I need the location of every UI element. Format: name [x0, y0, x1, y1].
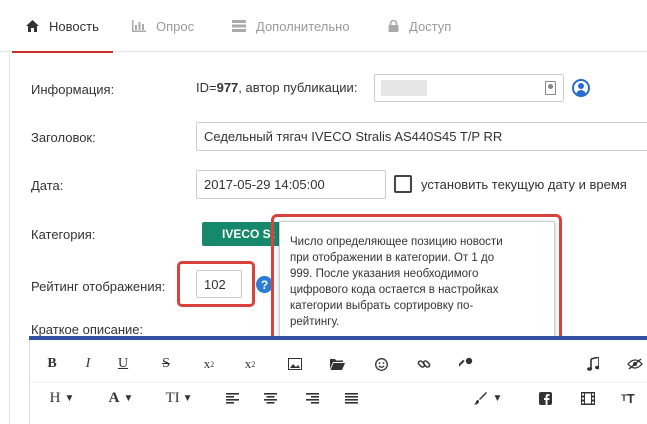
help-symbol: ? — [260, 277, 269, 292]
video-icon[interactable] — [580, 386, 596, 410]
rating-label: Рейтинг отображения: — [31, 279, 166, 294]
rating-highlight — [177, 261, 255, 307]
font-size-icon[interactable]: TI ▼ — [161, 386, 197, 410]
lock-icon — [388, 20, 399, 32]
align-center-icon[interactable] — [262, 386, 278, 410]
short-description-label: Краткое описание: — [31, 322, 144, 337]
italic-icon[interactable]: I — [80, 352, 96, 376]
category-tag[interactable]: IVECO St — [202, 222, 282, 246]
tab-extra-label: Дополнительно — [256, 18, 350, 34]
home-icon — [26, 20, 39, 32]
hide-icon[interactable] — [626, 352, 644, 376]
category-value: IVECO St — [222, 227, 275, 241]
author-label: , автор публикации: — [238, 80, 358, 95]
tooltip-highlight — [271, 214, 562, 354]
align-left-icon[interactable] — [224, 386, 240, 410]
tab-news[interactable]: Новость — [12, 0, 113, 53]
typography-icon[interactable]: TT — [619, 386, 637, 410]
title-label: Заголовок: — [31, 130, 96, 145]
date-value: 2017-05-29 14:05:00 — [204, 177, 325, 192]
key-icon[interactable] — [457, 352, 475, 376]
align-justify-icon[interactable] — [343, 386, 359, 410]
editor-row-divider — [30, 382, 647, 383]
image-icon[interactable] — [286, 352, 304, 376]
subscript-icon[interactable]: x2 — [200, 352, 218, 376]
superscript-icon[interactable]: x2 — [241, 352, 259, 376]
news-id: 977 — [216, 80, 239, 95]
date-input[interactable]: 2017-05-29 14:05:00 — [196, 170, 386, 199]
tab-poll-label: Опрос — [156, 18, 195, 34]
title-value: Седельный тягач IVECO Stralis AS440S45 T… — [204, 129, 503, 144]
category-label: Категория: — [31, 227, 96, 242]
facebook-icon[interactable] — [537, 386, 553, 410]
publication-info: ID=977, автор публикации: — [196, 80, 357, 95]
set-current-date-label: установить текущую дату и время — [421, 177, 627, 192]
date-label: Дата: — [31, 178, 64, 193]
tab-access[interactable]: Доступ — [388, 0, 451, 52]
id-prefix: ID= — [196, 80, 217, 95]
title-input[interactable]: Седельный тягач IVECO Stralis AS440S45 T… — [196, 122, 647, 151]
bar-chart-icon — [132, 20, 146, 32]
contact-card-icon[interactable] — [545, 81, 556, 95]
underline-icon[interactable]: U — [115, 352, 131, 376]
info-label: Информация: — [31, 82, 115, 97]
tab-bar: Новость Опрос Дополнительно Доступ — [0, 0, 647, 53]
tab-access-label: Доступ — [409, 18, 452, 34]
align-right-icon[interactable] — [304, 386, 320, 410]
server-icon — [232, 20, 246, 32]
music-icon[interactable] — [584, 352, 602, 376]
paint-icon[interactable]: ▼ — [470, 386, 506, 410]
link-icon[interactable] — [415, 352, 433, 376]
emoji-icon[interactable] — [372, 352, 390, 376]
bold-icon[interactable]: B — [44, 352, 60, 376]
folder-icon[interactable] — [328, 352, 346, 376]
heading-icon[interactable]: H ▼ — [44, 386, 80, 410]
font-color-icon[interactable]: A ▼ — [103, 386, 139, 410]
tab-poll[interactable]: Опрос — [132, 0, 194, 52]
user-profile-icon[interactable] — [572, 79, 590, 97]
author-field[interactable] — [374, 74, 564, 102]
strikethrough-icon[interactable]: S — [158, 352, 174, 376]
set-current-date-checkbox[interactable] — [394, 175, 412, 193]
tab-news-label: Новость — [49, 18, 99, 34]
author-name-redacted — [381, 80, 427, 96]
tab-extra[interactable]: Дополнительно — [232, 0, 350, 52]
